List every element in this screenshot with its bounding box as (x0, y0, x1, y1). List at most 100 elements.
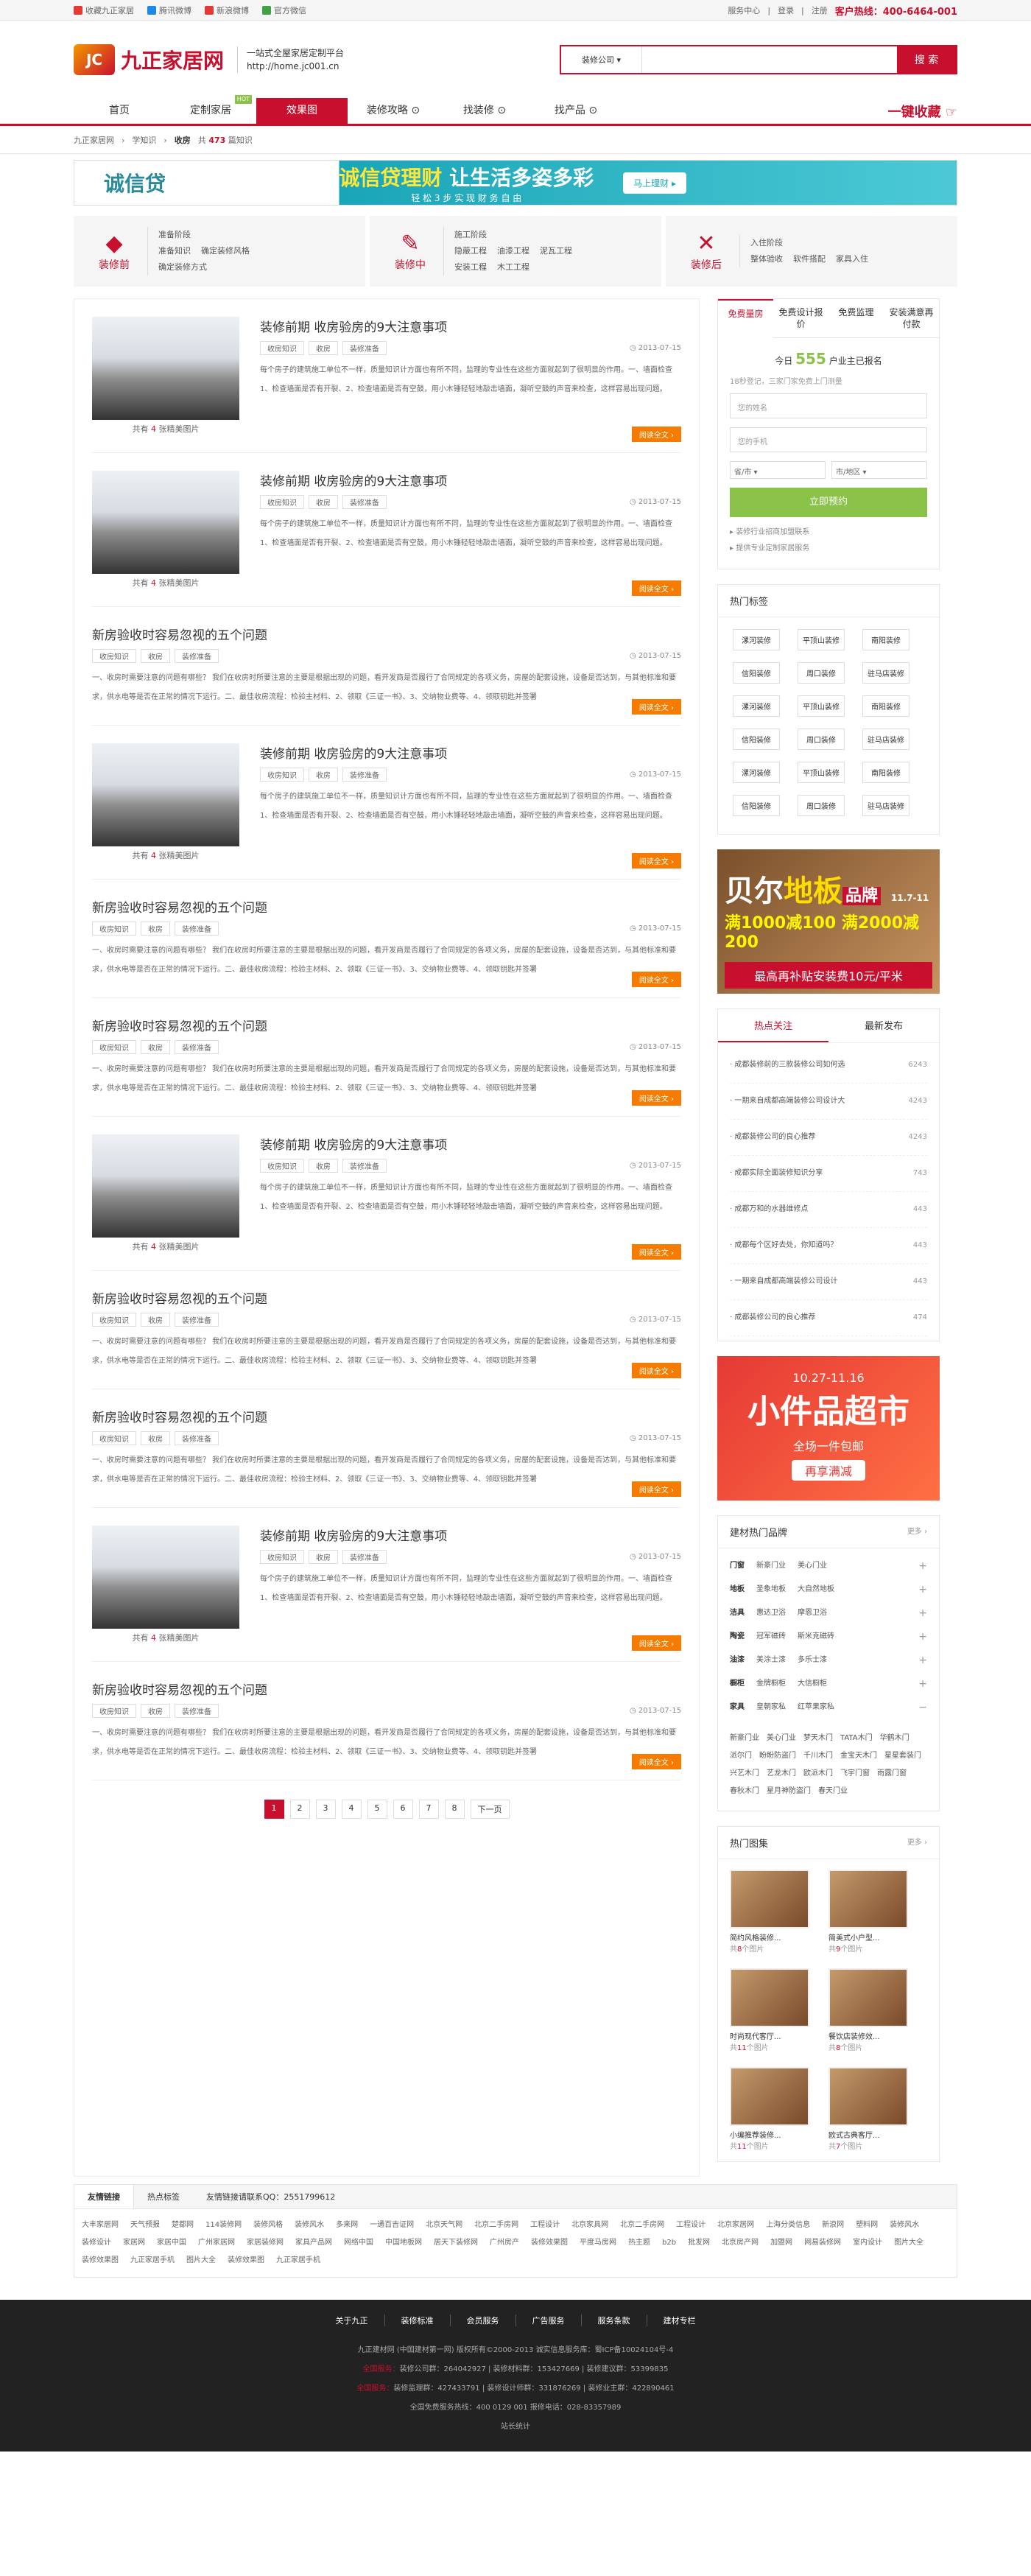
footer-nav-link[interactable]: 建材专栏 (647, 2314, 712, 2326)
city-select[interactable]: 市/地区 ▾ (831, 461, 927, 479)
friend-link[interactable]: 装修设计 (82, 2234, 111, 2252)
stage-link[interactable]: 确定装修风格 (201, 243, 250, 259)
friend-link[interactable]: 广州房产 (490, 2234, 519, 2252)
stage-link[interactable]: 油漆工程 (497, 243, 529, 259)
article-tag[interactable]: 收房知识 (92, 922, 136, 936)
tab-latest[interactable]: 最新发布 (828, 1009, 939, 1042)
brand-category[interactable]: 门窗 (730, 1554, 756, 1578)
footer-nav-link[interactable]: 会员服务 (451, 2314, 516, 2326)
friend-link[interactable]: 天气预报 (130, 2217, 160, 2234)
brand-name-link[interactable]: TATA木门 (840, 1730, 873, 1747)
article-image[interactable] (92, 1134, 239, 1238)
article-tag[interactable]: 装修准备 (342, 341, 387, 355)
friend-link[interactable]: 北京家具网 (571, 2217, 608, 2234)
article-tag[interactable]: 装修准备 (175, 649, 219, 663)
brand-category[interactable]: 家具 (730, 1696, 756, 1719)
nav-renderings[interactable]: 效果图 (256, 98, 348, 124)
article-tag[interactable]: 收房知识 (92, 1431, 136, 1445)
atlas-item[interactable]: 简美式小户型... 共9个图片 (828, 1870, 908, 1954)
atlas-item[interactable]: 时尚现代客厅... 共11个图片 (730, 1968, 809, 2052)
article-title[interactable]: 新房验收时容易忽视的五个问题 (92, 1680, 681, 1698)
read-more-button[interactable]: 阅读全文 › (631, 427, 681, 442)
footer-nav-link[interactable]: 装修标准 (385, 2314, 451, 2326)
read-more-button[interactable]: 阅读全文 › (631, 1754, 681, 1769)
friend-link[interactable]: 楚都网 (172, 2217, 194, 2234)
atlas-name[interactable]: 欧式古典客厅... (828, 2129, 908, 2140)
atlas-image[interactable] (730, 1870, 809, 1929)
read-more-button[interactable]: 阅读全文 › (631, 1635, 681, 1651)
article-tag[interactable]: 装修准备 (175, 1040, 219, 1054)
atlas-image[interactable] (828, 1968, 908, 2027)
small-goods-ad[interactable]: 10.27-11.16 小件品超市 全场一件包邮 再享满减 (717, 1356, 940, 1501)
brand-category[interactable]: 洁具 (730, 1601, 756, 1625)
brand-link[interactable]: 美涂士漆 (756, 1649, 786, 1672)
expand-icon[interactable]: + (918, 1672, 927, 1696)
stage-link[interactable]: 木工工程 (497, 259, 529, 276)
phone-field[interactable]: 您的手机 (730, 427, 927, 452)
brand-link[interactable]: 大信橱柜 (798, 1672, 827, 1696)
article-tag[interactable]: 收房知识 (260, 1159, 304, 1173)
quote-tab-2[interactable]: 免费监理 (828, 299, 884, 338)
footer-nav-link[interactable]: 服务条款 (582, 2314, 647, 2326)
friend-link[interactable]: 大丰家居网 (82, 2217, 119, 2234)
stage-link[interactable]: 软件搭配 (793, 251, 826, 267)
brand-link[interactable]: 金牌橱柜 (756, 1672, 786, 1696)
article-tag[interactable]: 装修准备 (342, 1550, 387, 1564)
atlas-item[interactable]: 欧式古典客厅... 共7个图片 (828, 2067, 908, 2151)
friend-link[interactable]: 图片大全 (894, 2234, 923, 2252)
article-thumb[interactable]: 共有 4 张精美图片 (92, 743, 239, 861)
article-tag[interactable]: 收房知识 (92, 1313, 136, 1327)
brand-link[interactable]: 冠军磁砖 (756, 1625, 786, 1649)
atlas-image[interactable] (828, 2067, 908, 2126)
article-tag[interactable]: 收房 (141, 1431, 170, 1445)
stage-link[interactable]: 安装工程 (454, 259, 487, 276)
hot-tag[interactable]: 周口装修 (798, 729, 845, 750)
nav-find-product[interactable]: 找产品 ⊙ (530, 98, 622, 124)
hot-tag[interactable]: 驻马店装修 (862, 662, 909, 684)
article-tag[interactable]: 收房知识 (260, 1550, 304, 1564)
page-7[interactable]: 7 (418, 1800, 439, 1819)
friend-link[interactable]: 一通百吉证网 (370, 2217, 414, 2234)
sina-weibo-link[interactable]: 新浪微博 (205, 4, 249, 16)
brand-name-link[interactable]: 春天门业 (818, 1783, 848, 1800)
brand-name-link[interactable]: 星星套装门 (884, 1747, 921, 1765)
crumb-knowledge[interactable]: 学知识 (132, 134, 156, 146)
read-more-button[interactable]: 阅读全文 › (631, 1481, 681, 1497)
brand-name-link[interactable]: 美心门业 (767, 1730, 796, 1747)
stage-title-2[interactable]: ✕ 装修后 (673, 231, 739, 272)
friend-link[interactable]: 北京家居网 (717, 2217, 754, 2234)
expand-icon[interactable]: + (918, 1625, 927, 1649)
friend-link[interactable]: 多来网 (336, 2217, 358, 2234)
article-image[interactable] (92, 743, 239, 846)
friend-link[interactable]: 家居中国 (157, 2234, 186, 2252)
article-tag[interactable]: 收房 (309, 1550, 338, 1564)
page-2[interactable]: 2 (289, 1800, 310, 1819)
nav-home[interactable]: 首页 (74, 98, 165, 124)
friend-link[interactable]: 家居网 (123, 2234, 145, 2252)
register-link[interactable]: 注册 (812, 4, 828, 16)
tab-hot-tags[interactable]: 热点标签 (134, 2185, 193, 2208)
friend-link[interactable]: 图片大全 (186, 2252, 216, 2270)
brand-name-link[interactable]: 兴艺木门 (730, 1765, 759, 1783)
search-button[interactable]: 搜 索 (897, 46, 956, 73)
article-title[interactable]: 装修前期 收房验房的9大注意事项 (260, 743, 681, 762)
brand-link[interactable]: 多乐士漆 (798, 1649, 827, 1672)
brand-name-link[interactable]: 雨露门窗 (877, 1765, 907, 1783)
friend-link[interactable]: 114装修网 (205, 2217, 242, 2234)
brand-name-link[interactable]: 星月神防盗门 (767, 1783, 811, 1800)
article-tag[interactable]: 收房知识 (92, 1040, 136, 1054)
page-3[interactable]: 3 (315, 1800, 336, 1819)
stage-link[interactable]: 家具入住 (836, 251, 868, 267)
friend-link[interactable]: 九正家居手机 (130, 2252, 175, 2270)
login-link[interactable]: 登录 (778, 4, 794, 16)
hot-news-item[interactable]: · 一期来自成都高端装修公司设计 443 (730, 1264, 927, 1300)
quote-tab-3[interactable]: 安装满意再付款 (884, 299, 939, 338)
footer-nav-link[interactable]: 广告服务 (516, 2314, 582, 2326)
one-click-collect-button[interactable]: 一键收藏 ☞ (888, 102, 957, 121)
site-logo[interactable]: JC 九正家居网 (74, 43, 224, 75)
finance-banner[interactable]: 诚信贷 诚信贷理财 让生活多姿多彩 轻 松 3 步 实 现 财 务 自 由 马上… (74, 160, 957, 206)
hot-tag[interactable]: 信阳装修 (733, 662, 780, 684)
friend-link[interactable]: 居天下装修网 (434, 2234, 478, 2252)
atlas-name[interactable]: 餐饮店装修效... (828, 2030, 908, 2041)
friend-link[interactable]: 北京二手房网 (474, 2217, 518, 2234)
